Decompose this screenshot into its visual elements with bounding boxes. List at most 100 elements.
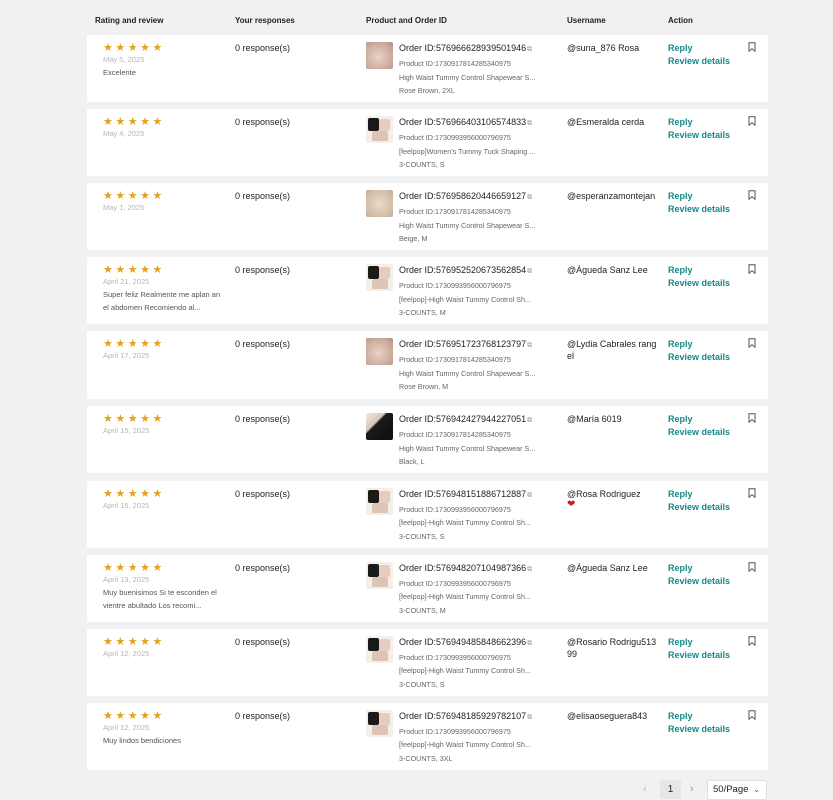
responses-count: 0 response(s): [235, 562, 291, 573]
product-thumbnail[interactable]: [366, 190, 393, 218]
reply-link[interactable]: Reply: [668, 338, 730, 351]
bookmark-icon[interactable]: [748, 42, 756, 52]
copy-icon[interactable]: ⧉: [527, 120, 532, 127]
action-cell: Reply Review details: [668, 338, 730, 364]
review-details-link[interactable]: Review details: [668, 649, 730, 662]
copy-icon[interactable]: ⧉: [527, 566, 532, 573]
username: @Rosa Rodriguez ❤: [567, 488, 657, 510]
reply-link[interactable]: Reply: [668, 710, 730, 723]
review-details-link[interactable]: Review details: [668, 426, 730, 439]
product-name: [feelpop]-High Waist Tummy Control Sh...: [399, 740, 531, 750]
table-row: ★★★★★ April 21, 2025 Super feliz Realmen…: [87, 257, 768, 325]
product-variant: Rose Brown, M: [399, 382, 449, 392]
prev-page-button[interactable]: ‹: [643, 783, 647, 795]
review-details-link[interactable]: Review details: [668, 203, 730, 216]
review-details-link[interactable]: Review details: [668, 723, 730, 736]
copy-icon[interactable]: ⧉: [527, 194, 532, 201]
responses-count: 0 response(s): [235, 488, 291, 499]
copy-icon[interactable]: ⧉: [527, 46, 532, 53]
review-details-link[interactable]: Review details: [668, 575, 730, 588]
table-row: ★★★★★ April 15, 2025 0 response(s) Order…: [87, 480, 768, 548]
review-details-link[interactable]: Review details: [668, 277, 730, 290]
product-thumbnail[interactable]: [366, 561, 393, 589]
bookmark-icon[interactable]: [748, 413, 756, 424]
order-id: Order ID:576942427944227051⧉: [399, 414, 533, 425]
rating-cell: ★★★★★ April 12, 2025 Muy lindos bendicio…: [103, 710, 228, 747]
reply-link[interactable]: Reply: [668, 562, 730, 575]
bookmark-icon[interactable]: [748, 190, 756, 201]
username: @Rosario Rodrigu51399: [567, 636, 657, 659]
product-variant: 3-COUNTS, M: [399, 308, 446, 318]
review-details-link[interactable]: Review details: [668, 55, 730, 68]
bookmark-icon[interactable]: [748, 338, 756, 349]
review-details-link[interactable]: Review details: [668, 129, 730, 142]
current-page-button[interactable]: 1: [660, 780, 681, 799]
header-responses: Your responses: [235, 16, 295, 25]
product-id: Product ID:1730917814285340975: [399, 59, 511, 68]
reply-link[interactable]: Reply: [668, 116, 730, 129]
order-id: Order ID:576966403106574833⧉: [399, 117, 533, 128]
product-thumbnail[interactable]: [366, 116, 393, 144]
heart-icon: ❤: [567, 498, 576, 510]
bookmark-icon[interactable]: [748, 561, 756, 572]
product-thumbnail[interactable]: [366, 709, 393, 737]
review-details-link[interactable]: Review details: [668, 351, 730, 364]
copy-icon[interactable]: ⧉: [527, 640, 532, 647]
bookmark-icon[interactable]: [748, 116, 756, 127]
review-details-link[interactable]: Review details: [668, 501, 730, 514]
product-variant: 3-COUNTS, S: [399, 531, 445, 541]
header-product: Product and Order ID: [366, 16, 447, 25]
rating-cell: ★★★★★ April 13, 2025 Muy buenisimos Si t…: [103, 562, 228, 612]
star-rating-icon: ★★★★★: [103, 561, 165, 574]
star-rating-icon: ★★★★★: [103, 487, 165, 500]
reply-link[interactable]: Reply: [668, 636, 730, 649]
table-row: ★★★★★ April 12, 2025 0 response(s) Order…: [87, 628, 768, 696]
bookmark-icon[interactable]: [748, 710, 756, 720]
reply-link[interactable]: Reply: [668, 264, 730, 277]
star-rating-icon: ★★★★★: [103, 709, 165, 722]
review-date: April 12, 2025: [103, 648, 150, 658]
action-cell: Reply Review details: [668, 710, 730, 736]
review-comment: Super feliz Realmente me aplan an el abd…: [103, 290, 221, 313]
star-rating-icon: ★★★★★: [103, 338, 165, 351]
reply-link[interactable]: Reply: [668, 190, 730, 203]
table-row: ★★★★★ April 12, 2025 Muy lindos bendicio…: [87, 702, 768, 770]
product-id: Product ID:1730993956000796975: [399, 504, 511, 514]
product-thumbnail[interactable]: [366, 338, 393, 366]
product-name: High Waist Tummy Control Shapewear S...: [399, 443, 536, 453]
product-thumbnail[interactable]: [366, 42, 393, 69]
rating-cell: ★★★★★ April 15, 2025: [103, 413, 228, 437]
review-comment: Muy buenisimos Si te esconden el vientre…: [103, 587, 217, 610]
bookmark-icon[interactable]: [748, 636, 756, 646]
bookmark-icon[interactable]: [748, 264, 756, 275]
table-row: ★★★★★ April 17, 2025 0 response(s) Order…: [87, 331, 768, 400]
copy-icon[interactable]: ⧉: [527, 714, 532, 721]
reply-link[interactable]: Reply: [668, 42, 730, 55]
copy-icon[interactable]: ⧉: [527, 492, 532, 499]
next-page-button[interactable]: ›: [690, 783, 694, 795]
table-row: ★★★★★ May 1, 2025 0 response(s) Order ID…: [87, 183, 768, 251]
action-cell: Reply Review details: [668, 264, 730, 290]
action-cell: Reply Review details: [668, 413, 730, 439]
product-thumbnail[interactable]: [366, 487, 393, 515]
copy-icon[interactable]: ⧉: [527, 417, 532, 424]
action-cell: Reply Review details: [668, 562, 730, 588]
copy-icon[interactable]: ⧉: [527, 342, 532, 349]
page-size-select[interactable]: 50/Page ⌄: [707, 780, 767, 800]
product-thumbnail[interactable]: [366, 413, 393, 441]
copy-icon[interactable]: ⧉: [527, 268, 532, 275]
product-id: Product ID:1730993956000796975: [399, 652, 511, 662]
reply-link[interactable]: Reply: [668, 488, 730, 501]
product-thumbnail[interactable]: [366, 264, 393, 292]
review-date: April 15, 2025: [103, 426, 150, 436]
header-username: Username: [567, 16, 606, 25]
review-date: April 15, 2025: [103, 500, 150, 510]
product-thumbnail[interactable]: [366, 635, 393, 663]
bookmark-icon[interactable]: [748, 487, 756, 498]
reply-link[interactable]: Reply: [668, 413, 730, 426]
action-cell: Reply Review details: [668, 190, 730, 216]
rating-cell: ★★★★★ April 17, 2025: [103, 338, 228, 362]
header-action: Action: [668, 16, 693, 25]
review-list: ★★★★★ May 5, 2025 Excelente 0 response(s…: [87, 35, 768, 777]
product-id: Product ID:1730917814285340975: [399, 430, 511, 440]
